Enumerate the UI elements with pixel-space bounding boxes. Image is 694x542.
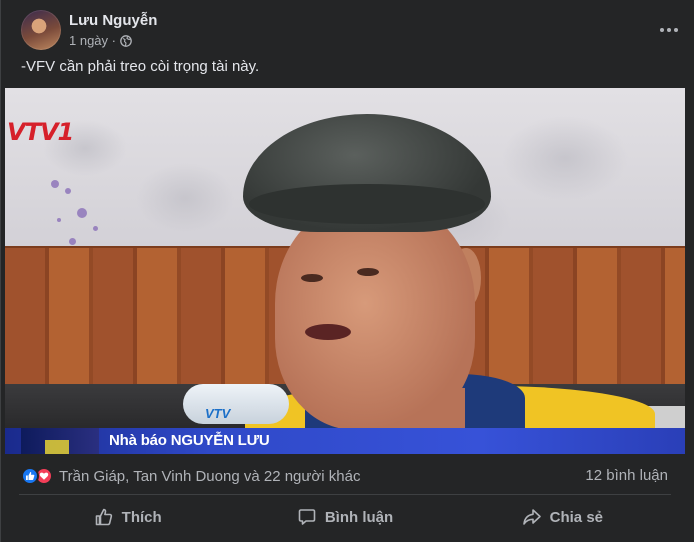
- more-options-icon[interactable]: [657, 18, 681, 42]
- author-avatar[interactable]: [21, 10, 61, 50]
- globe-icon: [120, 34, 132, 47]
- action-bar: Thích Bình luận Chia sẻ: [19, 500, 671, 534]
- divider: [19, 494, 671, 495]
- post-card: Lưu Nguyễn 1 ngày · -VFV cần phải treo c…: [0, 0, 694, 542]
- lower-third-text: Nhà báo NGUYỄN LƯU: [109, 432, 270, 449]
- comment-button[interactable]: Bình luận: [236, 500, 453, 534]
- post-caption: -VFV cần phải treo còi trọng tài này.: [21, 58, 260, 75]
- microphone: [183, 384, 289, 424]
- lower-third-badge: [21, 428, 99, 454]
- comment-count[interactable]: 12 bình luận: [585, 467, 668, 484]
- post-meta: 1 ngày ·: [69, 33, 132, 48]
- share-button[interactable]: Chia sẻ: [454, 500, 671, 534]
- like-label: Thích: [121, 508, 162, 526]
- post-header: Lưu Nguyễn 1 ngày ·: [21, 10, 681, 54]
- author-name[interactable]: Lưu Nguyễn: [69, 12, 157, 29]
- post-time[interactable]: 1 ngày ·: [69, 33, 116, 48]
- reactions-summary[interactable]: Trần Giáp, Tan Vinh Duong và 22 người kh…: [21, 466, 360, 486]
- mic-logo: VTV: [205, 406, 231, 421]
- post-video-image[interactable]: VTV1 VTV Nhà báo NGUYỄN LƯU: [5, 88, 685, 454]
- reaction-names[interactable]: Trần Giáp, Tan Vinh Duong và 22 người kh…: [59, 468, 360, 485]
- person-face: [275, 200, 475, 430]
- comment-label: Bình luận: [324, 508, 394, 526]
- channel-logo: VTV1: [7, 118, 74, 146]
- like-icon: [21, 467, 39, 485]
- like-button[interactable]: Thích: [19, 500, 236, 534]
- share-label: Chia sẻ: [549, 508, 603, 526]
- comment-icon: [298, 509, 316, 525]
- lower-third-bar: [5, 428, 685, 454]
- share-icon: [522, 509, 541, 525]
- thumbs-up-icon: [95, 508, 112, 526]
